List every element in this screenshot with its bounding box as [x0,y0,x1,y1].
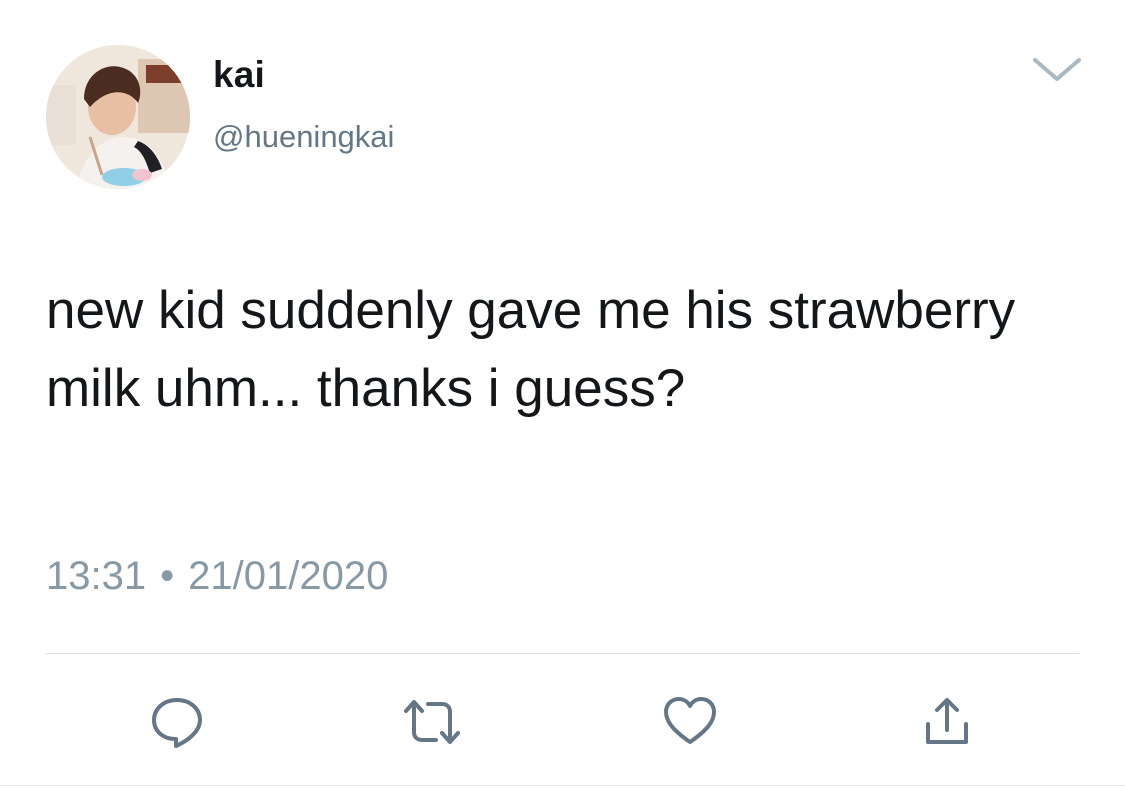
like-button[interactable] [660,694,720,750]
share-icon [926,698,968,744]
divider [46,653,1080,654]
tweet-text: new kid suddenly gave me his strawberry … [46,281,1016,418]
avatar-photo [46,45,190,189]
retweet-icon [404,700,460,744]
bottom-border [0,785,1125,786]
retweet-button[interactable] [402,694,462,750]
action-bar [0,694,1125,750]
chevron-down-icon [1033,58,1081,81]
meta-separator: • [160,554,175,598]
tweet-date: 21/01/2020 [188,554,389,598]
heart-icon [664,697,716,744]
tweet-time: 13:31 [46,554,147,598]
author-handle[interactable]: @hueningkai [213,121,394,152]
reply-icon [152,698,202,748]
tweet-timestamp[interactable]: 13:31 • 21/01/2020 [46,556,388,596]
author-display-name[interactable]: kai [213,56,265,93]
reply-button[interactable] [147,694,207,750]
share-button[interactable] [917,694,977,750]
more-options-button[interactable] [1028,50,1086,90]
avatar[interactable] [46,45,190,189]
